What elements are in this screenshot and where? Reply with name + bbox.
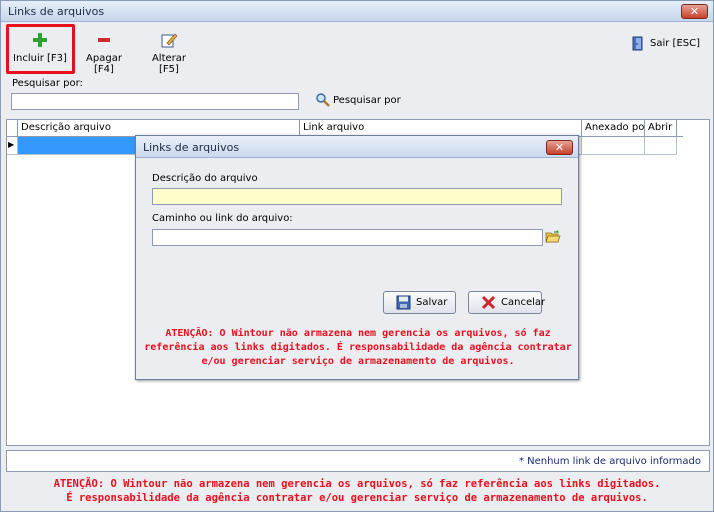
search-button[interactable]: Pesquisar por [313,90,411,112]
path-label: Caminho ou link do arquivo: [152,213,293,224]
exit-button-label: Sair [ESC] [650,38,700,49]
search-magnifier-icon [315,92,331,108]
dialog-warning-line2: referência aos links digitados. É respon… [144,342,572,353]
plus-icon [31,31,49,49]
dialog-warning-line3: e/ou gerenciar serviço de armazenamento … [201,356,515,367]
search-input[interactable] [11,93,299,110]
exit-door-icon [631,36,645,51]
include-button-label: Incluir [F3] [13,53,67,64]
path-field[interactable] [152,229,543,246]
title-bar: Links de arquivos ✕ [1,1,713,22]
status-bar: * Nenhum link de arquivo informado [6,450,710,472]
row-cell-attached-by[interactable] [582,137,645,155]
description-label: Descrição do arquivo [152,173,258,184]
delete-button-label: Apagar [F4] [86,53,122,75]
column-header-open[interactable]: Abrir [645,120,677,137]
search-button-label: Pesquisar por [333,95,401,106]
save-button-label: Salvar [416,297,448,308]
main-window: Links de arquivos ✕ Incluir [F3] Apagar … [0,0,714,512]
grid-header-indicator-cell [7,120,18,137]
description-field[interactable] [152,188,562,205]
minus-icon [95,31,113,49]
edit-button-label: Alterar [F5] [151,53,187,75]
row-indicator: ▶ [7,137,18,155]
save-disk-icon [396,295,411,310]
dialog-warning: ATENÇÃO: O Wintour não armazena nem gere… [144,327,572,369]
edit-button[interactable]: Alterar [F5] [141,31,197,75]
links-dialog: Links de arquivos ✕ Descrição do arquivo… [135,135,579,380]
dialog-title: Links de arquivos [143,141,240,154]
row-cell-open[interactable] [645,137,677,155]
exit-button[interactable]: Sair [ESC] [631,36,703,52]
cancel-x-icon [481,295,496,310]
bottom-warning: ATENÇÃO: O Wintour não armazena nem gere… [1,477,713,505]
column-header-attached-by[interactable]: Anexado por [582,120,645,137]
cancel-button-label: Cancelar [501,297,546,308]
dialog-warning-line1: ATENÇÃO: O Wintour não armazena nem gere… [165,328,551,339]
window-close-button[interactable]: ✕ [681,4,708,19]
bottom-warning-line2: É responsabilidade da agência contratar … [66,492,648,504]
bottom-warning-line1: ATENÇÃO: O Wintour não armazena nem gere… [53,478,661,490]
search-label: Pesquisar por: [12,78,83,89]
cancel-button[interactable]: Cancelar [468,291,546,314]
delete-button[interactable]: Apagar [F4] [75,31,133,75]
edit-icon [160,31,178,49]
dialog-close-button[interactable]: ✕ [546,140,573,155]
window-title: Links de arquivos [8,5,105,18]
status-text: * Nenhum link de arquivo informado [518,456,701,467]
include-button[interactable]: Incluir [F3] [13,31,67,64]
dialog-title-bar: Links de arquivos ✕ [136,136,578,158]
save-button[interactable]: Salvar [383,291,456,314]
folder-open-icon[interactable] [545,230,561,244]
